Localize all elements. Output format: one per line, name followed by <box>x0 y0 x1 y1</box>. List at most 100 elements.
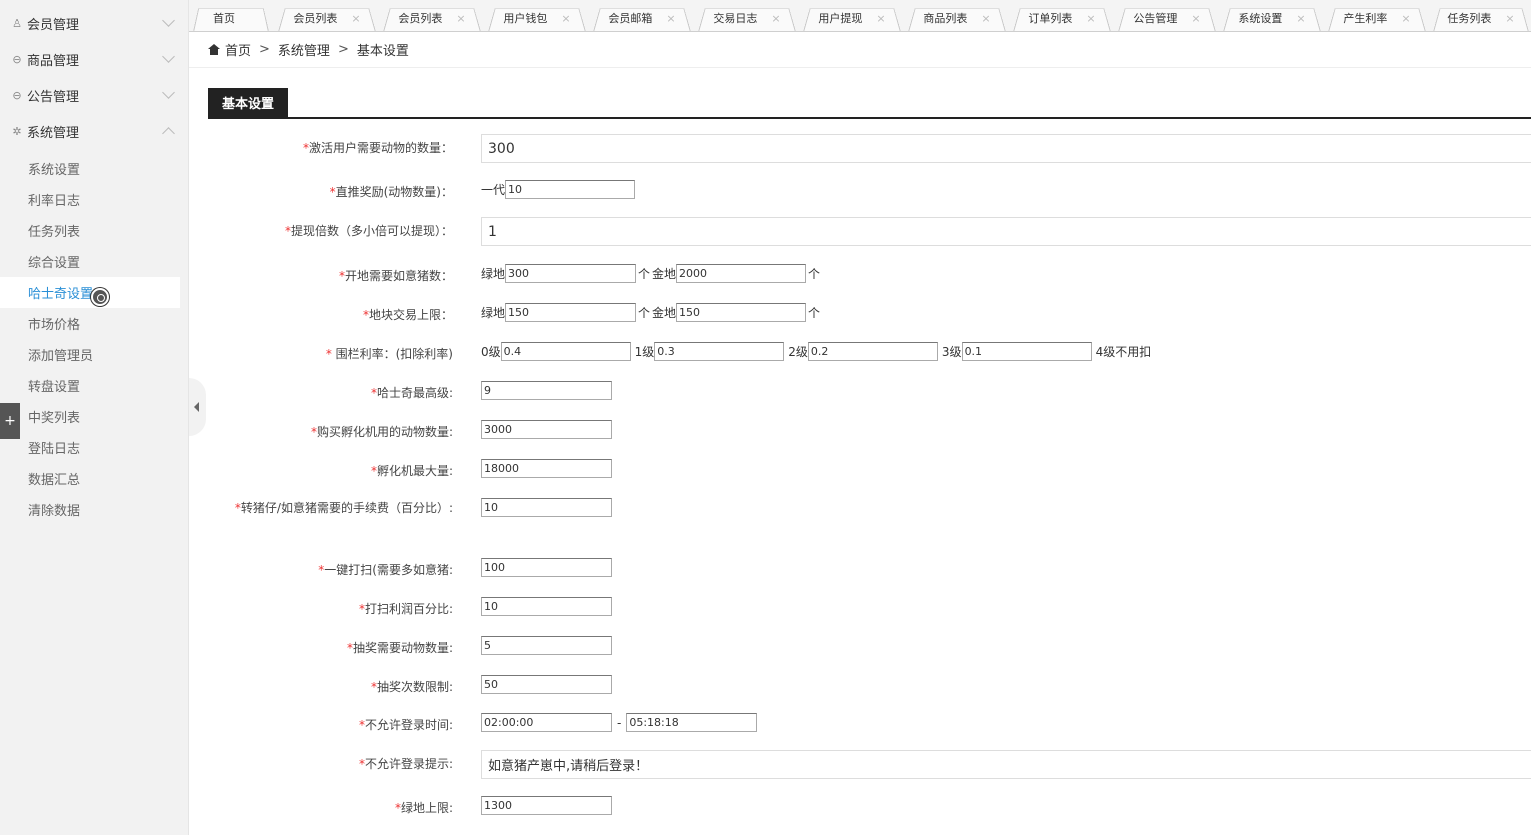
sidebar-item-system-settings[interactable]: 系统设置 <box>0 153 189 184</box>
sidebar-item-data-summary[interactable]: 数据汇总 <box>0 463 189 494</box>
tab-trade-log[interactable]: 交易日志 × <box>698 4 796 31</box>
lottery-cost-input[interactable] <box>481 636 612 655</box>
breadcrumb-home[interactable]: 首页 <box>225 40 251 59</box>
close-icon[interactable]: × <box>351 12 360 25</box>
fence-rate-lv0-input[interactable] <box>500 342 631 361</box>
sidebar-item-market-price[interactable]: 市场价格 <box>0 308 189 339</box>
sidebar-item-general-settings[interactable]: 综合设置 <box>0 246 189 277</box>
tab-product-list[interactable]: 商品列表 × <box>908 4 1006 31</box>
tab-label: 交易日志 <box>713 12 758 25</box>
tab-member-mail[interactable]: 会员邮箱 × <box>593 4 691 31</box>
close-icon[interactable]: × <box>1086 12 1095 25</box>
chevron-down-icon <box>162 14 175 27</box>
lottery-limit-input[interactable] <box>481 675 612 694</box>
sidebar-item-login-log[interactable]: 登陆日志 <box>0 432 189 463</box>
tab-user-wallet[interactable]: 用户钱包 × <box>488 4 586 31</box>
green-limit-input[interactable] <box>481 796 612 815</box>
withdraw-multiple-input[interactable] <box>481 217 1531 246</box>
tab-member-list-2[interactable]: 会员列表 × <box>383 4 481 31</box>
close-icon[interactable]: × <box>1296 12 1305 25</box>
tab-label: 商品列表 <box>923 12 968 25</box>
close-icon[interactable]: × <box>1401 12 1410 25</box>
breadcrumb-system[interactable]: 系统管理 <box>278 40 330 59</box>
close-icon[interactable]: × <box>666 12 675 25</box>
menu-group-products[interactable]: ⊖ 商品管理 <box>0 41 189 77</box>
tab-task-list[interactable]: 任务列表 × <box>1433 4 1529 31</box>
incubator-max-input[interactable] <box>481 459 612 478</box>
menu-group-system[interactable]: ✲ 系统管理 <box>0 113 189 149</box>
sidebar-item-label: 利率日志 <box>28 194 81 209</box>
close-icon[interactable]: × <box>561 12 570 25</box>
sidebar-item-clear-data[interactable]: 清除数据 <box>0 494 189 525</box>
menu-group-announcements[interactable]: ⊖ 公告管理 <box>0 77 189 113</box>
tab-label: 会员列表 <box>293 12 338 25</box>
activate-count-input[interactable] <box>481 134 1531 163</box>
section-title: 基本设置 <box>208 88 289 117</box>
fence-rate-lv1-input[interactable] <box>654 342 785 361</box>
field-label: *一键打扫(需要多如意猪: <box>318 561 453 578</box>
cursor-icon <box>91 288 109 306</box>
field-label: *打扫利润百分比: <box>359 600 453 617</box>
unit-label: 个 <box>808 267 821 281</box>
tab-label: 用户提现 <box>818 12 863 25</box>
tab-home[interactable]: 首页 <box>193 4 269 31</box>
field-label: *不允许登录提示: <box>359 755 453 772</box>
menu-group-label: 系统管理 <box>27 125 80 141</box>
tab-label: 产生利率 <box>1343 12 1388 25</box>
time-separator: - <box>617 715 622 730</box>
field-label: *孵化机最大量: <box>371 462 453 479</box>
sidebar: ♙ 会员管理 ⊖ 商品管理 ⊖ 公告管理 ✲ 系统管理 系统设置 利率日志 任务… <box>0 0 189 835</box>
label-text: 打扫利润百分比: <box>364 602 453 616</box>
tab-member-list[interactable]: 会员列表 × <box>278 4 376 31</box>
tab-label: 首页 <box>213 12 235 25</box>
collapse-tab[interactable]: + <box>0 403 20 439</box>
label-text: 地块交易上限： <box>368 308 453 322</box>
fence-rate-lv3-input[interactable] <box>961 342 1092 361</box>
transfer-fee-input[interactable] <box>481 498 612 517</box>
level-2-label: 2级 <box>788 345 808 359</box>
breadcrumb-separator: > <box>259 42 270 57</box>
nologin-end-input[interactable] <box>626 713 758 732</box>
sidebar-item-husky-settings[interactable]: 哈士奇设置 <box>0 277 180 308</box>
sidebar-toggle-handle[interactable] <box>189 378 206 436</box>
sidebar-item-winners-list[interactable]: 中奖列表 <box>0 401 189 432</box>
sidebar-item-add-admin[interactable]: 添加管理员 <box>0 339 189 370</box>
label-text: 激活用户需要动物的数量： <box>308 141 453 155</box>
trade-green-input[interactable] <box>505 303 637 322</box>
husky-max-level-input[interactable] <box>481 381 612 400</box>
tab-announcements[interactable]: 公告管理 × <box>1118 4 1216 31</box>
close-icon[interactable]: × <box>456 12 465 25</box>
field-label: *激活用户需要动物的数量： <box>303 139 453 156</box>
sidebar-item-label: 任务列表 <box>28 225 81 240</box>
sweep-cost-input[interactable] <box>481 558 612 577</box>
label-text: 不允许登录时间: <box>364 718 453 732</box>
sweep-profit-input[interactable] <box>481 597 612 616</box>
open-gold-input[interactable] <box>676 264 807 283</box>
tab-rate[interactable]: 产生利率 × <box>1328 4 1426 31</box>
tab-order-list[interactable]: 订单列表 × <box>1013 4 1111 31</box>
nologin-message-input[interactable] <box>481 750 1531 779</box>
sidebar-item-label: 综合设置 <box>28 256 81 271</box>
sidebar-item-wheel-settings[interactable]: 转盘设置 <box>0 370 189 401</box>
close-icon[interactable]: × <box>1191 12 1200 25</box>
nologin-start-input[interactable] <box>481 713 612 732</box>
menu-group-members[interactable]: ♙ 会员管理 <box>0 5 189 41</box>
sidebar-item-rate-log[interactable]: 利率日志 <box>0 184 189 215</box>
plus-icon: + <box>4 413 16 429</box>
direct-reward-input[interactable] <box>505 180 636 199</box>
close-icon[interactable]: × <box>771 12 780 25</box>
close-icon[interactable]: × <box>981 12 990 25</box>
incubator-cost-input[interactable] <box>481 420 612 439</box>
trade-gold-input[interactable] <box>676 303 807 322</box>
field-label: *不允许登录时间: <box>359 716 453 733</box>
sidebar-item-task-list[interactable]: 任务列表 <box>0 215 189 246</box>
open-green-input[interactable] <box>505 264 637 283</box>
tab-label: 订单列表 <box>1028 12 1073 25</box>
fence-rate-lv2-input[interactable] <box>807 342 938 361</box>
close-icon[interactable]: × <box>876 12 885 25</box>
tab-system-settings[interactable]: 系统设置 × <box>1223 4 1321 31</box>
user-icon: ♙ <box>12 16 22 30</box>
tab-user-withdraw[interactable]: 用户提现 × <box>803 4 901 31</box>
breadcrumb-current: 基本设置 <box>356 44 409 59</box>
close-icon[interactable]: × <box>1505 12 1514 25</box>
